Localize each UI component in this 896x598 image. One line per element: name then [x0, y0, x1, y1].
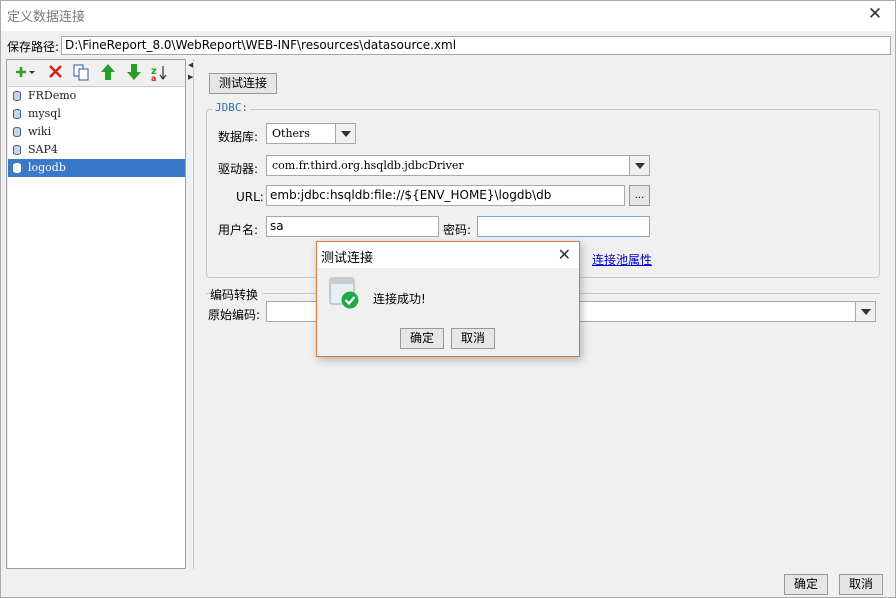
- chevron-down-icon[interactable]: [855, 302, 875, 321]
- connection-label: logodb: [28, 161, 66, 174]
- connection-label: SAP4: [28, 143, 58, 156]
- connection-item-mysql[interactable]: mysql: [8, 105, 185, 123]
- dialog-message: 连接成功!: [373, 292, 426, 306]
- driver-value: com.fr.third.org.hsqldb.jdbcDriver: [272, 159, 464, 172]
- move-down-icon[interactable]: [123, 62, 145, 82]
- close-icon[interactable]: ✕: [865, 4, 885, 24]
- window-title: 定义数据连接: [7, 10, 86, 25]
- copy-icon[interactable]: [71, 62, 93, 82]
- connection-pool-link[interactable]: 连接池属性: [592, 251, 652, 268]
- dialog-title: 测试连接: [321, 251, 374, 266]
- chevron-down-icon[interactable]: [335, 124, 355, 143]
- connection-toolbar: za: [7, 60, 185, 84]
- username-label: 用户名:: [218, 223, 259, 237]
- connection-item-frdemo[interactable]: FRDemo: [8, 87, 185, 105]
- database-label: 数据库:: [218, 130, 259, 144]
- database-select[interactable]: Others: [266, 123, 356, 144]
- database-icon: [13, 163, 21, 173]
- test-connection-button[interactable]: 测试连接: [209, 73, 277, 94]
- driver-select[interactable]: com.fr.third.org.hsqldb.jdbcDriver: [266, 155, 650, 176]
- dialog-cancel-button[interactable]: 取消: [451, 328, 495, 349]
- password-input[interactable]: [477, 216, 650, 237]
- connection-item-sap4[interactable]: SAP4: [8, 141, 185, 159]
- test-connection-dialog: 测试连接 ✕ 连接成功! 确定 取消: [316, 241, 580, 357]
- connection-label: FRDemo: [28, 89, 77, 102]
- move-up-icon[interactable]: [97, 62, 119, 82]
- chevron-down-icon[interactable]: [629, 156, 649, 175]
- url-browse-button[interactable]: ...: [629, 185, 650, 206]
- original-encoding-label: 原始编码:: [208, 308, 261, 322]
- dialog-close-icon[interactable]: ✕: [558, 245, 571, 264]
- database-icon: [13, 145, 21, 155]
- success-icon: [329, 276, 361, 310]
- connection-list-panel: za FRDemo mysql wiki SAP4 logodb: [6, 59, 186, 569]
- add-icon[interactable]: [11, 62, 37, 82]
- database-value: Others: [272, 127, 310, 140]
- connection-label: mysql: [28, 107, 61, 120]
- jdbc-legend: JDBC:: [213, 101, 251, 114]
- save-path-field[interactable]: D:\FineReport_8.0\WebReport\WEB-INF\reso…: [61, 36, 891, 55]
- title-bar: 定义数据连接 ✕: [1, 1, 895, 31]
- cancel-button[interactable]: 取消: [839, 574, 883, 595]
- save-path-label: 保存路径:: [7, 40, 60, 54]
- connection-label: wiki: [28, 125, 52, 138]
- connection-item-logodb[interactable]: logodb: [8, 159, 185, 177]
- database-icon: [13, 91, 21, 101]
- dialog-title-bar: 测试连接 ✕: [317, 242, 579, 268]
- database-icon: [13, 127, 21, 137]
- ok-button[interactable]: 确定: [784, 574, 828, 595]
- url-label: URL:: [236, 190, 264, 204]
- connection-item-wiki[interactable]: wiki: [8, 123, 185, 141]
- password-label: 密码:: [443, 223, 472, 237]
- save-path-row: 保存路径: D:\FineReport_8.0\WebReport\WEB-IN…: [7, 36, 891, 56]
- database-icon: [13, 109, 21, 119]
- url-input[interactable]: emb:jdbc:hsqldb:file://${ENV_HOME}\logdb…: [266, 185, 625, 206]
- bottom-bar: 确定 取消: [1, 571, 895, 598]
- username-input[interactable]: sa: [266, 216, 439, 237]
- svg-text:a: a: [151, 74, 156, 82]
- dialog-ok-button[interactable]: 确定: [400, 328, 444, 349]
- connection-list: FRDemo mysql wiki SAP4 logodb: [8, 86, 185, 568]
- driver-label: 驱动器:: [218, 162, 259, 176]
- encoding-header: 编码转换: [210, 286, 263, 303]
- sort-icon[interactable]: za: [149, 62, 171, 83]
- delete-icon[interactable]: [45, 62, 67, 82]
